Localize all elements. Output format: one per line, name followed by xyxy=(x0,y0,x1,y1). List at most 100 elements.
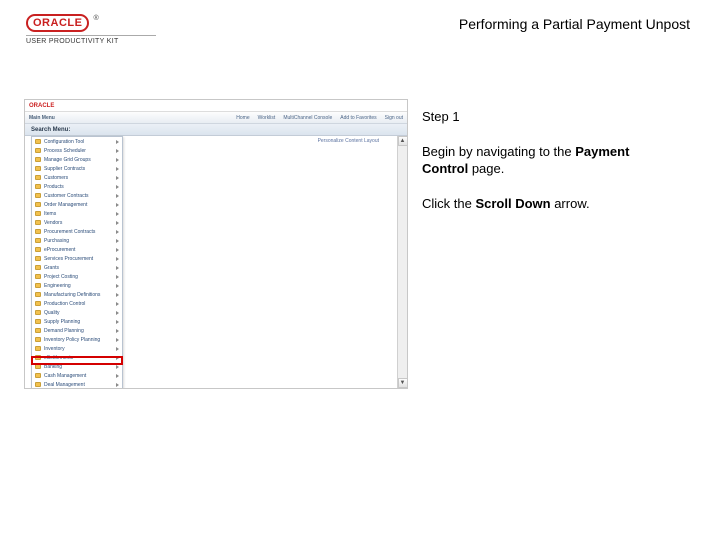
nav-menu-item[interactable]: Inventory xyxy=(32,344,122,353)
submenu-arrow-icon xyxy=(116,212,119,216)
nav-menu-item-label: Services Procurement xyxy=(44,256,93,262)
nav-menu-item[interactable]: Cash Management xyxy=(32,371,122,380)
nav-menu-item-label: Customers xyxy=(44,175,68,181)
nav-menu-item-label: Cash Management xyxy=(44,373,86,379)
top-link[interactable]: MultiChannel Console xyxy=(283,115,332,121)
nav-menu-item-label: Engineering xyxy=(44,283,71,289)
logo-divider xyxy=(26,35,156,36)
submenu-arrow-icon xyxy=(116,248,119,252)
submenu-arrow-icon xyxy=(116,203,119,207)
scroll-down-button[interactable]: ▼ xyxy=(398,378,408,388)
folder-icon xyxy=(35,193,41,198)
personalize-link[interactable]: Personalize Content Layout xyxy=(318,138,379,144)
folder-icon xyxy=(35,175,41,180)
main-menu-label[interactable]: Main Menu xyxy=(29,115,55,121)
search-menu-label: Search Menu: xyxy=(31,127,70,133)
step-label: Step 1 xyxy=(422,109,664,126)
nav-menu-item[interactable]: Banking xyxy=(32,362,122,371)
submenu-arrow-icon xyxy=(116,149,119,153)
nav-menu-item[interactable]: Engineering xyxy=(32,281,122,290)
nav-menu-item[interactable]: Process Scheduler xyxy=(32,146,122,155)
brand-block: ORACLE ® USER PRODUCTIVITY KIT xyxy=(26,14,156,45)
submenu-arrow-icon xyxy=(116,194,119,198)
submenu-arrow-icon xyxy=(116,167,119,171)
nav-menu-item[interactable]: Deal Management xyxy=(32,380,122,389)
nav-menu-item-label: Purchasing xyxy=(44,238,69,244)
product-name: USER PRODUCTIVITY KIT xyxy=(26,38,156,45)
nav-menu-item[interactable]: Demand Planning xyxy=(32,326,122,335)
submenu-arrow-icon xyxy=(116,347,119,351)
folder-icon xyxy=(35,220,41,225)
top-link[interactable]: Sign out xyxy=(385,115,403,121)
folder-icon xyxy=(35,337,41,342)
submenu-arrow-icon xyxy=(116,329,119,333)
scroll-up-button[interactable]: ▲ xyxy=(398,136,408,146)
nav-menu-item-label: Inventory Policy Planning xyxy=(44,337,100,343)
submenu-arrow-icon xyxy=(116,338,119,342)
nav-menu-item[interactable]: Project Costing xyxy=(32,272,122,281)
submenu-arrow-icon xyxy=(116,257,119,261)
nav-menu-item[interactable]: Customer Contracts xyxy=(32,191,122,200)
nav-menu-item-label: Manufacturing Definitions xyxy=(44,292,100,298)
page-title: Performing a Partial Payment Unpost xyxy=(459,14,694,32)
nav-menu-item-label: Manage Grid Groups xyxy=(44,157,91,163)
top-link[interactable]: Worklist xyxy=(258,115,276,121)
nav-menu-item-label: Procurement Contracts xyxy=(44,229,95,235)
top-link[interactable]: Home xyxy=(236,115,249,121)
folder-icon xyxy=(35,310,41,315)
folder-icon xyxy=(35,139,41,144)
submenu-arrow-icon xyxy=(116,284,119,288)
nav-menu-item-label: Products xyxy=(44,184,64,190)
folder-icon xyxy=(35,148,41,153)
submenu-arrow-icon xyxy=(116,176,119,180)
nav-menu-item[interactable]: Procurement Contracts xyxy=(32,227,122,236)
top-links: Home Worklist MultiChannel Console Add t… xyxy=(236,115,403,121)
nav-menu-item[interactable]: Order Management xyxy=(32,200,122,209)
submenu-arrow-icon xyxy=(116,293,119,297)
instructions-pane: Step 1 Begin by navigating to the Paymen… xyxy=(408,99,678,241)
nav-menu-item[interactable]: Purchasing xyxy=(32,236,122,245)
submenu-arrow-icon xyxy=(116,239,119,243)
nav-menu-item[interactable]: Items xyxy=(32,209,122,218)
nav-menu-item-label: Project Costing xyxy=(44,274,78,280)
nav-menu-item[interactable]: Production Control xyxy=(32,299,122,308)
trademark-icon: ® xyxy=(93,15,98,22)
folder-icon xyxy=(35,328,41,333)
nav-menu-item[interactable]: eSettlements xyxy=(32,353,122,362)
nav-menu-item[interactable]: Services Procurement xyxy=(32,254,122,263)
nav-menu-item-label: Configuration Tool xyxy=(44,139,84,145)
top-link[interactable]: Add to Favorites xyxy=(340,115,376,121)
nav-menu-item-label: Order Management xyxy=(44,202,87,208)
oracle-logo: ORACLE xyxy=(26,14,89,32)
nav-menu-item-label: Demand Planning xyxy=(44,328,84,334)
nav-menu-item-label: eProcurement xyxy=(44,247,75,253)
folder-icon xyxy=(35,355,41,360)
app-brand: ORACLE xyxy=(29,103,54,109)
nav-menu-item-label: Process Scheduler xyxy=(44,148,86,154)
submenu-arrow-icon xyxy=(116,158,119,162)
nav-menu: Configuration Tool Process Scheduler Manag… xyxy=(31,136,123,389)
nav-menu-item[interactable]: Manufacturing Definitions xyxy=(32,290,122,299)
folder-icon xyxy=(35,202,41,207)
nav-menu-item[interactable]: Configuration Tool xyxy=(32,137,122,146)
nav-menu-item[interactable]: Vendors xyxy=(32,218,122,227)
submenu-arrow-icon xyxy=(116,374,119,378)
nav-menu-item[interactable]: Supply Planning xyxy=(32,317,122,326)
folder-icon xyxy=(35,184,41,189)
folder-icon xyxy=(35,166,41,171)
folder-icon xyxy=(35,346,41,351)
nav-menu-item[interactable]: Manage Grid Groups xyxy=(32,155,122,164)
nav-menu-item-label: eSettlements xyxy=(44,355,73,361)
submenu-arrow-icon xyxy=(116,275,119,279)
submenu-arrow-icon xyxy=(116,302,119,306)
nav-menu-item[interactable]: Products xyxy=(32,182,122,191)
nav-menu-item[interactable]: Customers xyxy=(32,173,122,182)
nav-menu-item[interactable]: Grants xyxy=(32,263,122,272)
submenu-arrow-icon xyxy=(116,320,119,324)
nav-menu-item-label: Grants xyxy=(44,265,59,271)
nav-menu-item[interactable]: eProcurement xyxy=(32,245,122,254)
nav-menu-item[interactable]: Supplier Contracts xyxy=(32,164,122,173)
nav-menu-item[interactable]: Quality xyxy=(32,308,122,317)
app-screenshot: ORACLE Main Menu Home Worklist MultiChan… xyxy=(24,99,408,389)
nav-menu-item[interactable]: Inventory Policy Planning xyxy=(32,335,122,344)
